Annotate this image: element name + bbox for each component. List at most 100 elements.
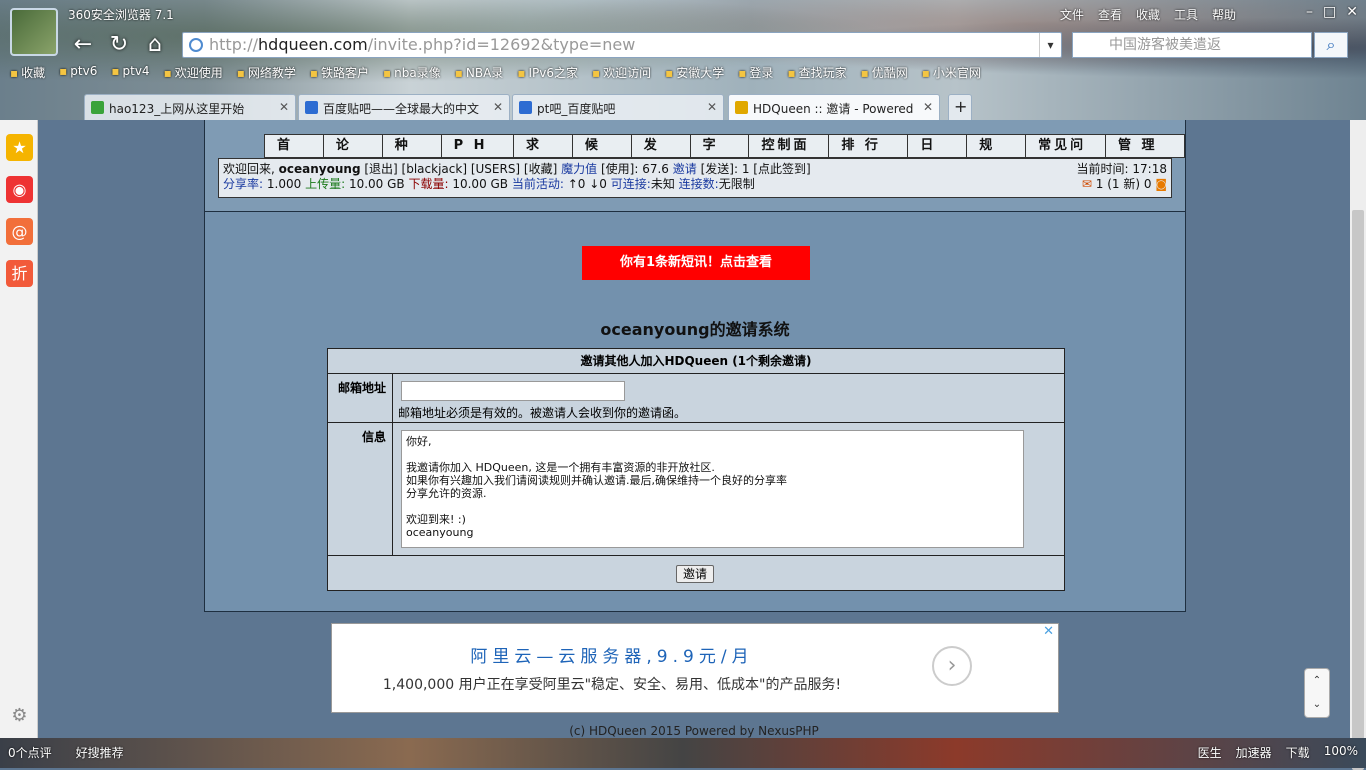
- back-icon[interactable]: ←: [70, 32, 96, 58]
- tab-pt-tieba[interactable]: pt吧_百度贴吧 ✕: [512, 94, 724, 120]
- tab-hdqueen[interactable]: HDQueen :: 邀请 - Powered ✕: [728, 94, 940, 120]
- bookmark[interactable]: 安徽大学: [665, 64, 724, 81]
- browser-logo: [10, 8, 58, 56]
- close-tab-icon[interactable]: ✕: [707, 100, 717, 114]
- nav-candidates[interactable]: 候 选: [571, 134, 632, 175]
- search-input[interactable]: 中国游客被美遣返: [1072, 32, 1312, 58]
- recommend-status[interactable]: 好搜推荐: [76, 744, 124, 761]
- leaf-icon: [91, 101, 104, 114]
- gear-icon[interactable]: ⚙: [6, 702, 33, 729]
- crown-icon: [735, 101, 748, 114]
- chevron-up-icon[interactable]: ⌃: [1305, 669, 1329, 693]
- bookmark[interactable]: nba录像: [383, 64, 441, 81]
- nav-torrents[interactable]: 种 子: [381, 134, 442, 175]
- nav-home[interactable]: 首 页: [264, 134, 324, 175]
- bookmarks-bar: 收藏 ptv6 ptv4 欢迎使用 网络教学 铁路客户 nba录像 NBA录 I…: [10, 64, 981, 81]
- message-count[interactable]: ✉ 1 (1 新) 0 ◙: [1077, 177, 1167, 192]
- status-right: 医生 加速器 下载 100%: [1198, 744, 1358, 761]
- browser-chrome: 360安全浏览器 7.1 文件 查看 收藏 工具 帮助 – □ ✕ ← ↻ ⌂ …: [0, 0, 1366, 120]
- search-icon[interactable]: ⌕: [1314, 32, 1348, 58]
- nav-usercp[interactable]: 控制面板: [748, 134, 830, 175]
- scrollbar[interactable]: [1350, 120, 1366, 770]
- invite-form: 邀请其他人加入HDQueen (1个剩余邀请) 邮箱地址 邮箱地址必须是有效的。…: [327, 348, 1065, 591]
- sidebar: ★ ◉ @ 折 ⚙: [0, 120, 38, 738]
- bookmark[interactable]: ptv6: [59, 64, 97, 81]
- bookmark[interactable]: 网络教学: [237, 64, 296, 81]
- menu-file[interactable]: 文件: [1060, 6, 1084, 23]
- ad-banner[interactable]: 阿里云—云服务器,9.9元/月 1,400,000 用户正在享受阿里云"稳定、安…: [331, 623, 1059, 713]
- star-icon[interactable]: ★: [6, 134, 33, 161]
- close-tab-icon[interactable]: ✕: [923, 100, 933, 114]
- nav-log[interactable]: 日 志: [907, 134, 968, 175]
- invite-link[interactable]: 邀请: [673, 162, 697, 176]
- nav-subtitles[interactable]: 字 幕: [689, 134, 750, 175]
- nav-faq[interactable]: 常见问题: [1025, 134, 1106, 175]
- bookmark[interactable]: 登录: [738, 64, 773, 81]
- home-icon[interactable]: ⌂: [142, 32, 168, 58]
- invite-button[interactable]: 邀请: [676, 565, 714, 583]
- nav-phd[interactable]: P H D: [440, 134, 514, 175]
- menu-view[interactable]: 查看: [1098, 6, 1122, 23]
- close-tab-icon[interactable]: ✕: [279, 100, 289, 114]
- footer: (c) HDQueen 2015 Powered by NexusPHP: [569, 724, 819, 738]
- nav-top[interactable]: 排 行 榜: [828, 134, 909, 175]
- new-tab-button[interactable]: +: [948, 94, 972, 120]
- email-field[interactable]: [401, 381, 625, 401]
- weibo-icon[interactable]: ◉: [6, 176, 33, 203]
- nav-rules[interactable]: 规 则: [966, 134, 1027, 175]
- nav-staff[interactable]: 管 理 组: [1104, 134, 1186, 175]
- scroll-thumb[interactable]: [1352, 210, 1364, 770]
- ad-text: 1,400,000 用户正在享受阿里云"稳定、安全、易用、低成本"的产品服务!: [382, 677, 842, 693]
- status-bar: 0个点评 好搜推荐 医生 加速器 下载 100%: [0, 738, 1366, 768]
- bookmark[interactable]: 收藏: [10, 64, 45, 81]
- refresh-icon[interactable]: ↻: [106, 32, 132, 58]
- chevron-down-icon[interactable]: ▾: [1039, 33, 1061, 57]
- tab-baidu-tieba[interactable]: 百度贴吧——全球最大的中文 ✕: [298, 94, 510, 120]
- message-row: 信息 你好, 我邀请你加入 HDQueen, 这是一个拥有丰富资源的非开放社区.…: [328, 423, 1064, 556]
- download-button[interactable]: 下载: [1286, 744, 1310, 761]
- window-controls: – □ ✕: [1306, 4, 1358, 20]
- signin-link[interactable]: [发送]: 1 [点此签到]: [701, 162, 811, 176]
- nav-requests[interactable]: 求 片: [512, 134, 573, 175]
- chevron-down-icon[interactable]: ⌄: [1305, 693, 1329, 717]
- tab-hao123[interactable]: hao123_上网从这里开始 ✕: [84, 94, 296, 120]
- doctor-button[interactable]: 医生: [1198, 744, 1222, 761]
- rss-icon[interactable]: ◙: [1155, 177, 1167, 191]
- email-label: 邮箱地址: [328, 374, 393, 422]
- bookmark[interactable]: ptv4: [111, 64, 150, 81]
- bookmark[interactable]: 查找玩家: [787, 64, 847, 81]
- minimize-icon[interactable]: –: [1306, 4, 1313, 20]
- new-message-notice[interactable]: 你有1条新短讯！点击查看: [582, 246, 810, 280]
- menu-favorites[interactable]: 收藏: [1136, 6, 1160, 23]
- bookmark[interactable]: 欢迎使用: [164, 64, 223, 81]
- address-bar[interactable]: http://hdqueen.com/invite.php?id=12692&t…: [182, 32, 1062, 58]
- menu-help[interactable]: 帮助: [1212, 6, 1236, 23]
- chevron-right-icon[interactable]: ›: [932, 646, 972, 686]
- bonus-link[interactable]: 魔力值: [561, 162, 597, 176]
- nav-forum[interactable]: 论 坛: [322, 134, 383, 175]
- bookmark[interactable]: 小米官网: [922, 64, 981, 81]
- site-header: 首 页 论 坛 种 子 P H D 求 片 候 选 发 布 字 幕 控制面板 排…: [205, 120, 1186, 212]
- bookmark[interactable]: 铁路客户: [310, 64, 369, 81]
- nav-upload[interactable]: 发 布: [630, 134, 691, 175]
- comments-status[interactable]: 0个点评: [8, 744, 52, 761]
- close-tab-icon[interactable]: ✕: [493, 100, 503, 114]
- ad-close-icon[interactable]: ✕: [1043, 624, 1054, 639]
- menu-tools[interactable]: 工具: [1174, 6, 1198, 23]
- mail-icon[interactable]: @: [6, 218, 33, 245]
- zoom-level[interactable]: 100%: [1324, 744, 1358, 761]
- bookmark[interactable]: IPv6之家: [517, 64, 578, 81]
- username[interactable]: oceanyoung: [279, 162, 361, 176]
- maximize-icon[interactable]: □: [1323, 4, 1336, 20]
- user-links[interactable]: [退出] [blackjack] [USERS] [收藏]: [364, 162, 557, 176]
- inbox-icon: ✉: [1081, 177, 1092, 191]
- close-icon[interactable]: ✕: [1346, 4, 1358, 20]
- bookmark[interactable]: 优酷网: [861, 64, 908, 81]
- site-container: 首 页 论 坛 种 子 P H D 求 片 候 选 发 布 字 幕 控制面板 排…: [204, 120, 1186, 612]
- accelerator-button[interactable]: 加速器: [1236, 744, 1272, 761]
- bookmark[interactable]: 欢迎访问: [592, 64, 651, 81]
- form-header: 邀请其他人加入HDQueen (1个剩余邀请): [328, 349, 1064, 374]
- message-textarea[interactable]: 你好, 我邀请你加入 HDQueen, 这是一个拥有丰富资源的非开放社区. 如果…: [401, 430, 1024, 548]
- discount-icon[interactable]: 折: [6, 260, 33, 287]
- bookmark[interactable]: NBA录: [455, 64, 503, 81]
